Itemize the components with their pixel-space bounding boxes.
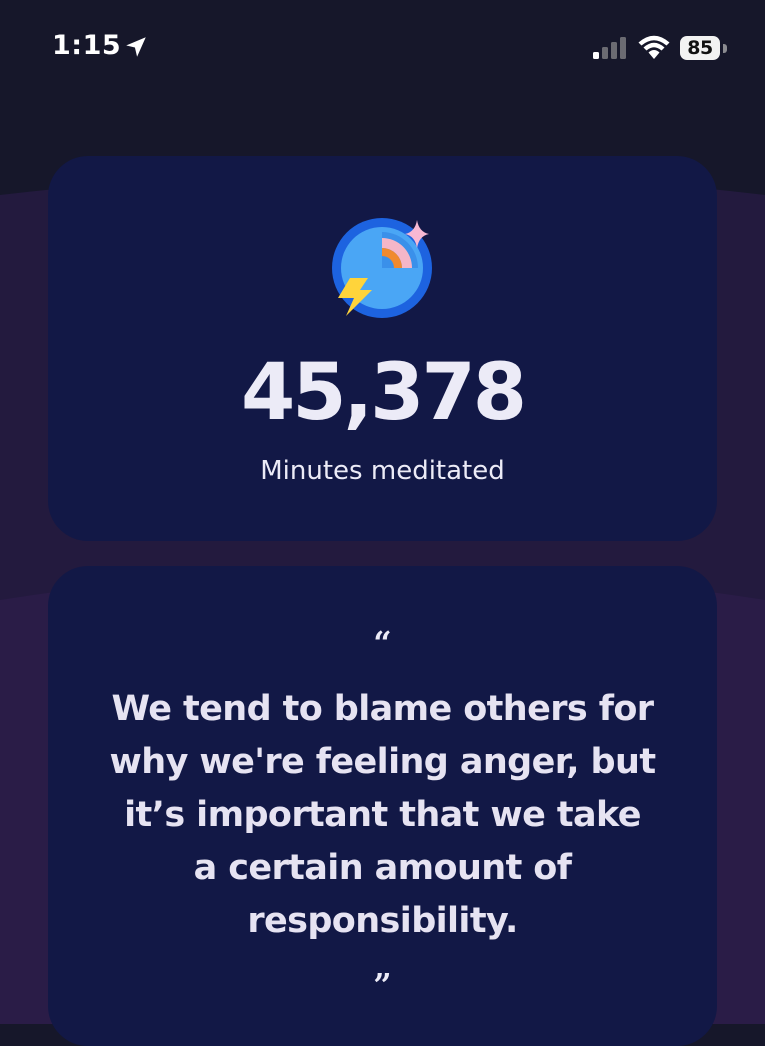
meditation-timer-icon: [332, 218, 432, 318]
battery-indicator: 85: [680, 36, 728, 62]
cellular-signal-icon: [593, 37, 626, 59]
minutes-meditated-label: Minutes meditated: [260, 456, 505, 486]
close-quote-mark: ”: [373, 966, 392, 1004]
status-time: 1:15: [52, 30, 122, 61]
battery-nub: [723, 44, 727, 53]
status-bar: 1:15 85: [0, 0, 765, 96]
location-arrow-icon: [126, 37, 146, 57]
minutes-meditated-value: 45,378: [241, 348, 527, 438]
wifi-icon: [638, 35, 670, 59]
quote-card: “ We tend to blame others for why we're …: [48, 566, 717, 1046]
minutes-stat-card: 45,378 Minutes meditated: [48, 156, 717, 541]
open-quote-mark: “: [373, 624, 392, 662]
battery-level: 85: [680, 36, 720, 60]
quote-text: We tend to blame others for why we're fe…: [109, 689, 657, 941]
